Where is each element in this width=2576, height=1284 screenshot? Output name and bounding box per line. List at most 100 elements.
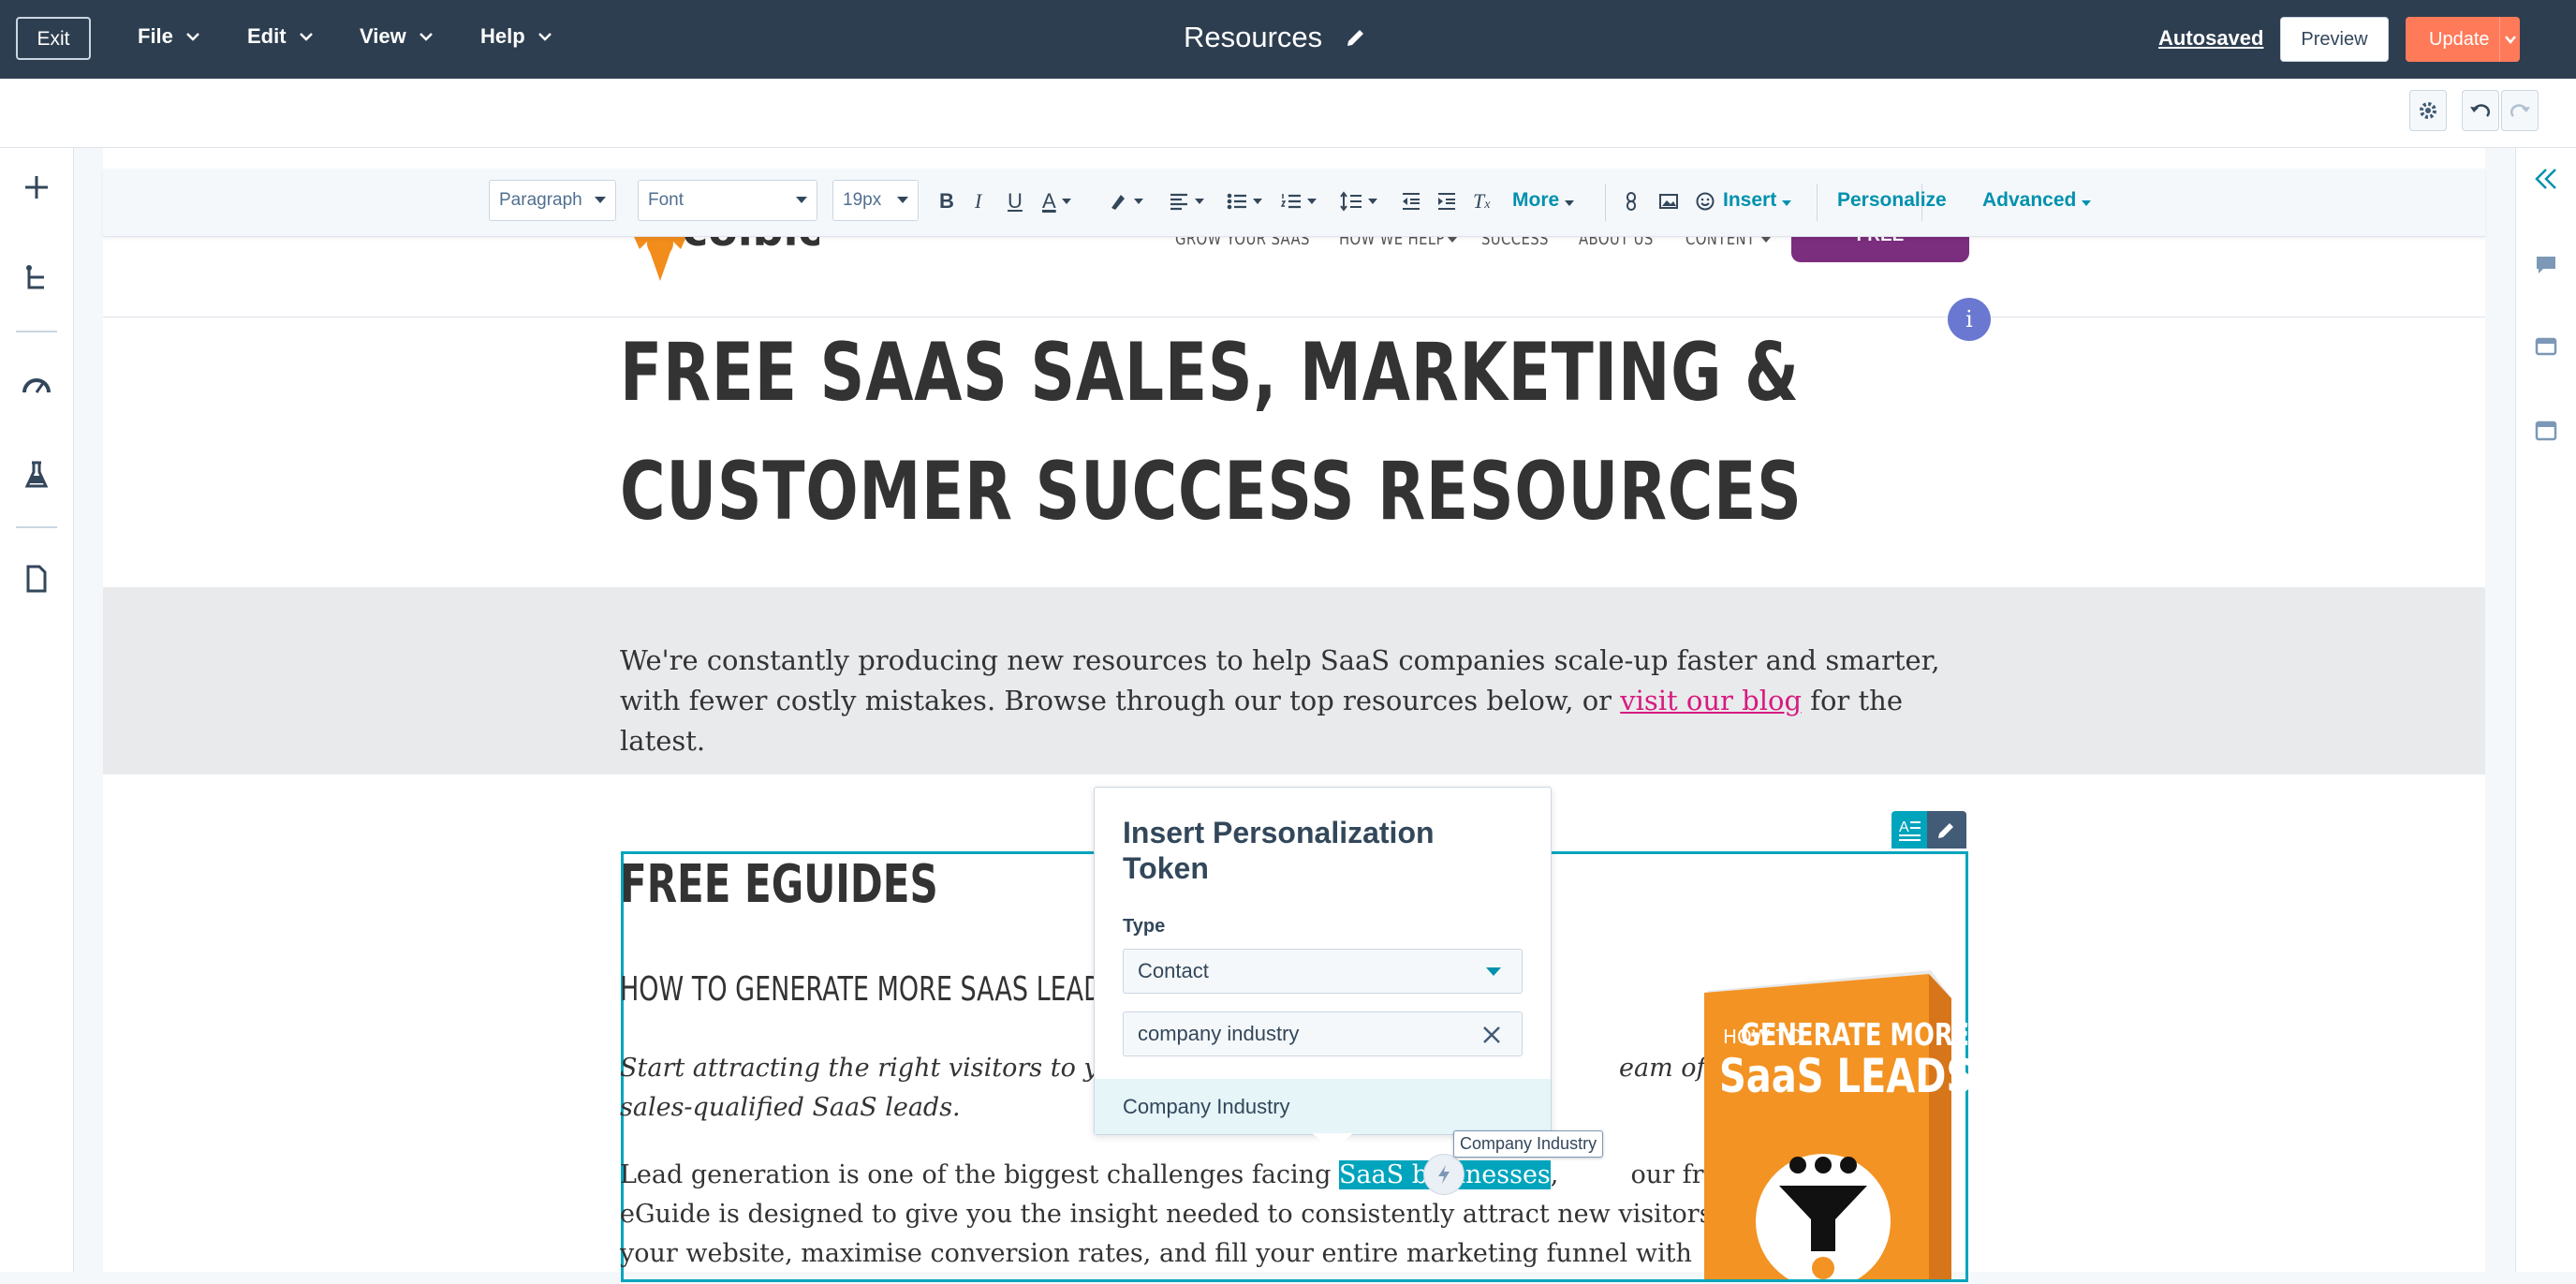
caret-down-icon: [796, 197, 807, 203]
book-text-2: GENERATE MORE: [1741, 1017, 1968, 1053]
page-button[interactable]: [18, 560, 55, 598]
intro-paragraph[interactable]: We're constantly producing new resources…: [620, 641, 1950, 761]
guide-title[interactable]: HOW TO GENERATE MORE SAAS LEADS: [620, 970, 1119, 1009]
body-line-1[interactable]: Lead generation is one of the biggest ch…: [620, 1156, 1734, 1195]
nav-caret-icon: [1760, 236, 1772, 243]
outdent-icon[interactable]: [1401, 187, 1421, 215]
guide-intro-text-b: eam of: [1619, 1054, 1706, 1083]
comments-button[interactable]: [2530, 249, 2562, 281]
schedule-button[interactable]: [2530, 414, 2562, 446]
test-button[interactable]: [18, 456, 55, 494]
close-icon[interactable]: [1480, 1024, 1503, 1046]
pencil-icon: [1938, 823, 1953, 838]
settings-button[interactable]: [2409, 90, 2447, 131]
rich-text-module-button[interactable]: A: [1892, 811, 1927, 849]
body-text-b: ,: [1550, 1160, 1567, 1189]
bold-icon[interactable]: B: [939, 187, 954, 215]
redo-icon: [2510, 104, 2530, 117]
body-line-2[interactable]: eGuide is designed to give you the insig…: [620, 1195, 1745, 1234]
type-select-value: Contact: [1138, 959, 1209, 982]
bulleted-list-icon[interactable]: [1227, 187, 1262, 215]
undo-button[interactable]: [2462, 90, 2499, 131]
token-tooltip: Company Industry: [1453, 1130, 1604, 1158]
token-search-input[interactable]: company industry: [1123, 1011, 1523, 1056]
edit-module-button[interactable]: [1927, 811, 1966, 849]
line-height-icon[interactable]: [1340, 187, 1377, 215]
more-label: More: [1512, 189, 1560, 211]
token-option-company-industry[interactable]: Company Industry: [1095, 1079, 1551, 1134]
caret-down-icon: [595, 197, 606, 203]
paragraph-select[interactable]: Paragraph: [489, 180, 616, 221]
right-sidebar: [2515, 148, 2576, 1272]
insert-menu[interactable]: Insert: [1723, 189, 1792, 212]
underline-icon[interactable]: U: [1008, 187, 1023, 215]
gear-icon: [2420, 102, 2436, 119]
page-headline-line-2[interactable]: CUSTOMER SUCCESS RESOURCES: [620, 445, 1803, 539]
insert-label: Insert: [1723, 189, 1777, 211]
numbered-list-icon[interactable]: [1281, 187, 1317, 215]
indent-icon[interactable]: [1436, 187, 1457, 215]
gauge-icon: [22, 378, 51, 393]
font-select[interactable]: Font: [638, 180, 817, 221]
italic-icon[interactable]: I: [975, 187, 981, 215]
blog-link[interactable]: visit our blog: [1620, 685, 1802, 716]
emoji-icon[interactable]: [1695, 187, 1715, 215]
text-align-icon: A: [1899, 819, 1921, 841]
flask-icon: [24, 461, 49, 488]
link-icon[interactable]: [1623, 187, 1640, 215]
preview-button[interactable]: Preview: [2280, 17, 2389, 62]
personalize-button[interactable]: Personalize: [1837, 189, 1947, 212]
section-title[interactable]: FREE EGUIDES: [620, 854, 938, 915]
menu-file[interactable]: File: [138, 24, 201, 49]
tree-icon: [26, 265, 44, 289]
menu-help-label: Help: [480, 24, 525, 48]
font-size-value: 19px: [843, 190, 882, 210]
double-chevron-left-icon: [2535, 169, 2556, 189]
svg-text:A: A: [1899, 819, 1909, 835]
clear-formatting-icon[interactable]: Tx: [1473, 187, 1490, 215]
page-headline-line-1[interactable]: FREE SAAS SALES, MARKETING &: [620, 326, 1800, 420]
body-line-3[interactable]: your website, maximise conversion rates,…: [620, 1234, 1692, 1274]
menu-view[interactable]: View: [360, 24, 434, 49]
type-select[interactable]: Contact: [1123, 949, 1523, 994]
toolbar-divider: [1817, 184, 1818, 221]
exit-button[interactable]: Exit: [16, 17, 91, 60]
menu-edit[interactable]: Edit: [247, 24, 315, 49]
chevron-down-icon: [419, 33, 433, 41]
chevron-down-icon: [186, 33, 199, 41]
nav-caret-icon: [1447, 236, 1458, 243]
optimize-button[interactable]: [18, 365, 55, 403]
align-icon[interactable]: [1169, 187, 1204, 215]
rich-text-toolbar: Paragraph Font 19px B I U A Tx More Inse…: [103, 169, 2485, 237]
page-title[interactable]: Resources: [1184, 21, 1322, 54]
more-menu[interactable]: More: [1512, 189, 1575, 212]
layers-button[interactable]: [18, 259, 55, 297]
guide-intro-line-1[interactable]: Start attracting the right visitors to y…: [620, 1049, 1706, 1088]
book-text-3: SaaS LEADS: [1719, 1049, 1968, 1104]
font-size-select[interactable]: 19px: [832, 180, 919, 221]
advanced-menu[interactable]: Advanced: [1982, 189, 2092, 212]
font-select-value: Font: [648, 190, 684, 210]
update-dropdown-button[interactable]: [2499, 17, 2521, 62]
ebook-cover-image[interactable]: HOW TO GENERATE MORE SaaS LEADS: [1697, 970, 1973, 1284]
add-button[interactable]: [18, 169, 55, 206]
menu-view-label: View: [360, 24, 406, 48]
text-color-icon[interactable]: A: [1042, 187, 1071, 215]
pencil-icon[interactable]: [1345, 26, 1367, 49]
info-icon[interactable]: i: [1948, 298, 1991, 341]
redo-button[interactable]: [2501, 90, 2539, 131]
caret-down-icon: [897, 197, 908, 203]
autosaved-link[interactable]: Autosaved: [2158, 26, 2263, 51]
left-sidebar: [0, 148, 74, 1272]
editor-sub-bar: [0, 79, 2576, 148]
plus-icon: [25, 176, 48, 199]
guide-intro-line-2[interactable]: sales-qualified SaaS leads.: [620, 1088, 961, 1128]
chevron-down-icon: [537, 33, 552, 41]
collapse-sidebar-button[interactable]: [2530, 163, 2562, 195]
highlight-icon[interactable]: [1108, 187, 1143, 215]
calendar-icon: [2535, 421, 2557, 441]
layout-button[interactable]: [2530, 331, 2562, 362]
image-icon[interactable]: [1658, 187, 1679, 215]
personalization-token-chip[interactable]: [1423, 1154, 1465, 1195]
menu-help[interactable]: Help: [480, 24, 553, 49]
